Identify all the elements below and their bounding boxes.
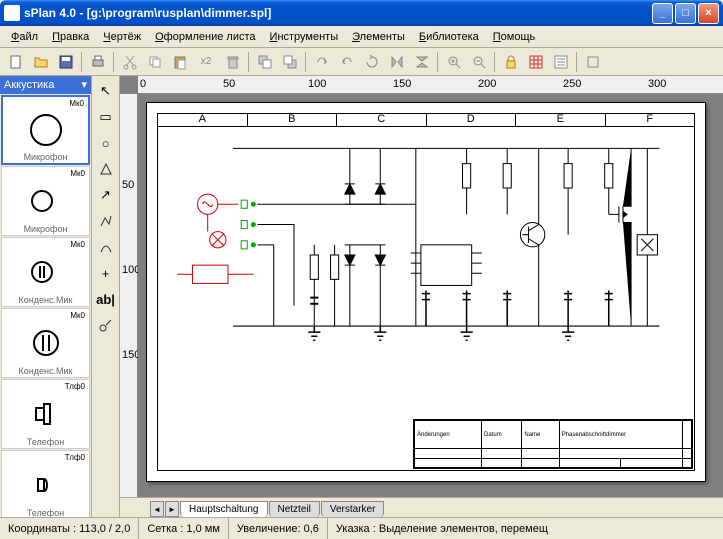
palette-item[interactable]: Тлф0 Телефон xyxy=(1,379,90,449)
dimension-tool[interactable] xyxy=(95,314,117,336)
app-icon xyxy=(4,5,20,21)
rect-tool[interactable]: ▭ xyxy=(95,106,117,128)
menu-edit[interactable]: Правка xyxy=(45,29,96,45)
phone-icon xyxy=(26,465,66,505)
tool-column: ↖ ▭ ○ ↗ + ab| xyxy=(92,76,120,517)
polyline-tool[interactable] xyxy=(95,210,117,232)
redo-button[interactable] xyxy=(310,51,333,73)
new-button[interactable] xyxy=(4,51,27,73)
curve-tool[interactable] xyxy=(95,236,117,258)
delete-button[interactable] xyxy=(221,51,244,73)
palette-item[interactable]: Тлф0 Телефон xyxy=(1,450,90,517)
phone-icon xyxy=(26,394,66,434)
lock-button[interactable] xyxy=(499,51,522,73)
capacitor-mic-icon xyxy=(26,323,66,363)
zoom-in-button[interactable] xyxy=(442,51,465,73)
component-palette: Аккустика ▾ Мк0 Микрофон Мк0 Микрофон Мк… xyxy=(0,76,92,517)
text-tool[interactable]: ab| xyxy=(95,288,117,310)
palette-item[interactable]: Мк0 Микрофон xyxy=(1,166,90,236)
arrow-tool[interactable]: ↗ xyxy=(95,184,117,206)
horizontal-ruler: 0 50 100 150 200 250 300 xyxy=(138,76,723,94)
menu-help[interactable]: Помощь xyxy=(486,29,543,45)
toolbar: x2 xyxy=(0,48,723,76)
grid-button[interactable] xyxy=(524,51,547,73)
zoom-out-button[interactable] xyxy=(467,51,490,73)
sheet-tab[interactable]: Hauptschaltung xyxy=(180,501,268,517)
palette-item[interactable]: Мк0 Конденс.Мик xyxy=(1,308,90,378)
vertical-ruler: 50 100 150 xyxy=(120,94,138,497)
copy-button[interactable] xyxy=(143,51,166,73)
paste-button[interactable] xyxy=(168,51,191,73)
pointer-tool[interactable]: ↖ xyxy=(95,80,117,102)
status-zoom: Увеличение: 0,6 xyxy=(229,518,328,539)
canvas-scroll[interactable]: A B C D E F xyxy=(138,94,723,497)
drawing-sheet[interactable]: A B C D E F xyxy=(146,102,706,482)
print-button[interactable] xyxy=(86,51,109,73)
menubar: Файл Правка Чертёж Оформление листа Инст… xyxy=(0,26,723,48)
duplicate-button[interactable]: x2 xyxy=(193,51,219,73)
palette-item[interactable]: Мк0 Конденс.Мик xyxy=(1,237,90,307)
style-button[interactable] xyxy=(581,51,604,73)
microphone-icon xyxy=(26,181,66,221)
rotate-button[interactable] xyxy=(360,51,383,73)
node-tool[interactable]: + xyxy=(95,262,117,284)
window-title: sPlan 4.0 - [g:\program\rusplan\dimmer.s… xyxy=(24,6,652,20)
sheet-tab[interactable]: Netzteil xyxy=(269,501,320,517)
sheet-tab[interactable]: Verstarker xyxy=(321,501,385,517)
status-grid: Сетка : 1,0 мм xyxy=(139,518,229,539)
save-button[interactable] xyxy=(54,51,77,73)
titlebar: sPlan 4.0 - [g:\program\rusplan\dimmer.s… xyxy=(0,0,723,26)
bring-front-button[interactable] xyxy=(278,51,301,73)
workspace: Аккустика ▾ Мк0 Микрофон Мк0 Микрофон Мк… xyxy=(0,76,723,517)
title-block: ÄnderungenDatumNamePhasenabschnittdimmer xyxy=(413,419,693,469)
menu-elements[interactable]: Элементы xyxy=(345,29,412,45)
tab-next-button[interactable]: ► xyxy=(165,501,179,517)
menu-library[interactable]: Библиотека xyxy=(412,29,486,45)
close-button[interactable]: × xyxy=(698,3,719,24)
send-back-button[interactable] xyxy=(253,51,276,73)
schematic xyxy=(162,123,690,407)
flip-v-button[interactable] xyxy=(410,51,433,73)
status-coords: Координаты : 113,0 / 2,0 xyxy=(0,518,139,539)
circle-tool[interactable]: ○ xyxy=(95,132,117,154)
flip-h-button[interactable] xyxy=(385,51,408,73)
sheet-tabs: ◄ ► Hauptschaltung Netzteil Verstarker xyxy=(120,497,723,517)
palette-item[interactable]: Мк0 Микрофон xyxy=(1,95,90,165)
renumber-button[interactable] xyxy=(549,51,572,73)
statusbar: Координаты : 113,0 / 2,0 Сетка : 1,0 мм … xyxy=(0,517,723,539)
polygon-tool[interactable] xyxy=(95,158,117,180)
undo-button[interactable] xyxy=(335,51,358,73)
status-hint: Указка : Выделение элементов, перемещ xyxy=(328,518,723,539)
minimize-button[interactable]: _ xyxy=(652,3,673,24)
cut-button[interactable] xyxy=(118,51,141,73)
palette-header[interactable]: Аккустика ▾ xyxy=(0,76,91,94)
palette-category: Аккустика xyxy=(4,79,54,91)
menu-sheet[interactable]: Оформление листа xyxy=(148,29,262,45)
tab-prev-button[interactable]: ◄ xyxy=(150,501,164,517)
canvas-pane: 0 50 100 150 200 250 300 50 100 150 A B xyxy=(120,76,723,517)
dropdown-icon: ▾ xyxy=(81,78,87,91)
capacitor-mic-icon xyxy=(26,252,66,292)
open-button[interactable] xyxy=(29,51,52,73)
menu-file[interactable]: Файл xyxy=(4,29,45,45)
menu-draw[interactable]: Чертёж xyxy=(96,29,148,45)
menu-tools[interactable]: Инструменты xyxy=(263,29,346,45)
microphone-icon xyxy=(26,110,66,150)
maximize-button[interactable]: □ xyxy=(675,3,696,24)
